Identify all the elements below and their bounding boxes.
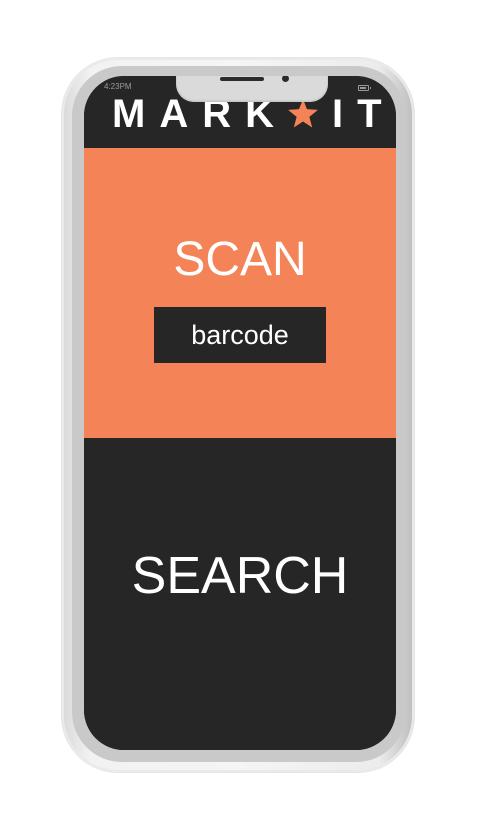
camera-icon xyxy=(282,76,289,82)
scan-title: SCAN xyxy=(173,233,307,286)
status-time: 4:23PM xyxy=(104,82,132,91)
scan-panel[interactable]: SCAN barcode xyxy=(84,148,396,438)
battery-icon xyxy=(358,85,371,91)
speaker-icon xyxy=(220,77,264,81)
app-screen: 4:23PM MARK IT SCAN barcode SEARCH xyxy=(84,76,396,750)
barcode-button[interactable]: barcode xyxy=(154,307,326,363)
logo-text-right: IT xyxy=(331,92,396,136)
search-panel[interactable]: SEARCH xyxy=(84,438,396,750)
star-icon xyxy=(288,99,318,128)
search-title: SEARCH xyxy=(131,547,349,605)
phone-notch xyxy=(176,76,328,102)
